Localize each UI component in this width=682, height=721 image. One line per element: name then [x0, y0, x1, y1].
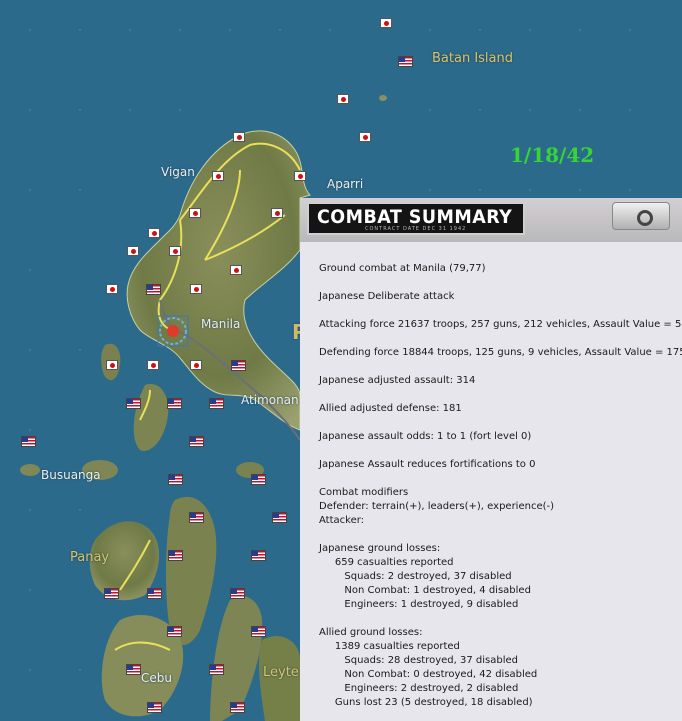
allied-unit-flag[interactable] — [209, 398, 224, 409]
map-label-panay: Panay — [70, 550, 110, 565]
allied-unit-flag[interactable] — [189, 512, 204, 523]
map-label-atimonan: Atimonan — [241, 393, 299, 407]
report-line: Allied ground losses: — [319, 627, 423, 638]
allied-unit-flag[interactable] — [231, 360, 246, 371]
allied-unit-flag[interactable] — [251, 474, 266, 485]
report-line: Japanese Assault reduces fortifications … — [319, 459, 536, 470]
report-spacer — [319, 304, 674, 318]
report-line: Japanese ground losses: — [319, 543, 441, 554]
report-line: Attacker: — [319, 515, 365, 526]
japanese-unit-flag[interactable] — [271, 208, 283, 218]
report-line: Combat modifiers — [319, 487, 409, 498]
japanese-unit-flag[interactable] — [212, 171, 224, 181]
allied-unit-flag[interactable] — [168, 550, 183, 561]
report-line: Japanese assault odds: 1 to 1 (fort leve… — [319, 431, 532, 442]
allied-unit-flag[interactable] — [167, 626, 182, 637]
japanese-unit-flag[interactable] — [294, 171, 306, 181]
allied-unit-flag[interactable] — [272, 512, 287, 523]
report-line: Engineers: 1 destroyed, 9 disabled — [319, 599, 519, 610]
combat-summary-header: COMBAT SUMMARY CONTRACT DATE DEC 31 1942 — [300, 198, 682, 242]
report-spacer — [319, 416, 674, 430]
map-label-batan-island: Batan Island — [432, 51, 513, 66]
allied-unit-flag[interactable] — [126, 664, 141, 675]
allied-unit-flag[interactable] — [147, 702, 162, 713]
allied-unit-flag[interactable] — [147, 588, 162, 599]
japanese-unit-flag[interactable] — [380, 18, 392, 28]
report-line: Defender: terrain(+), leaders(+), experi… — [319, 501, 555, 512]
allied-unit-flag[interactable] — [230, 588, 245, 599]
japanese-unit-flag[interactable] — [190, 360, 202, 370]
report-spacer — [319, 388, 674, 402]
report-line: Japanese adjusted assault: 314 — [319, 375, 476, 386]
report-line: Allied adjusted defense: 181 — [319, 403, 462, 414]
japanese-unit-flag[interactable] — [106, 360, 118, 370]
allied-unit-flag[interactable] — [230, 702, 245, 713]
report-spacer — [319, 332, 674, 346]
report-spacer — [319, 360, 674, 374]
map-label-cebu: Cebu — [141, 671, 172, 685]
combat-summary-panel[interactable]: COMBAT SUMMARY CONTRACT DATE DEC 31 1942… — [300, 198, 682, 721]
report-spacer — [319, 612, 674, 626]
japanese-unit-flag[interactable] — [190, 284, 202, 294]
report-line: Non Combat: 0 destroyed, 42 disabled — [319, 669, 538, 680]
allied-unit-flag[interactable] — [167, 398, 182, 409]
allied-unit-flag[interactable] — [209, 664, 224, 675]
combat-report-text: Ground combat at Manila (79,77) Japanese … — [319, 262, 682, 710]
japanese-unit-flag[interactable] — [169, 246, 181, 256]
allied-unit-flag[interactable] — [251, 626, 266, 637]
report-line: Defending force 18844 troops, 125 guns, … — [319, 347, 682, 358]
combat-summary-title-plate: COMBAT SUMMARY CONTRACT DATE DEC 31 1942 — [307, 202, 525, 235]
report-line: Squads: 28 destroyed, 37 disabled — [319, 655, 519, 666]
japanese-unit-flag[interactable] — [233, 132, 245, 142]
report-spacer — [319, 444, 674, 458]
allied-unit-flag[interactable] — [189, 436, 204, 447]
report-spacer — [319, 472, 674, 486]
japanese-unit-flag[interactable] — [337, 94, 349, 104]
allied-unit-flag[interactable] — [251, 550, 266, 561]
report-line: Ground combat at Manila (79,77) — [319, 263, 486, 274]
report-line: Non Combat: 1 destroyed, 4 disabled — [319, 585, 531, 596]
japanese-unit-flag[interactable] — [127, 246, 139, 256]
report-line: Squads: 2 destroyed, 37 disabled — [319, 571, 512, 582]
allied-unit-flag[interactable] — [126, 398, 141, 409]
japanese-unit-flag[interactable] — [148, 228, 160, 238]
japanese-unit-flag[interactable] — [147, 360, 159, 370]
allied-unit-flag[interactable] — [398, 56, 413, 67]
report-spacer — [319, 528, 674, 542]
map-label-leyte: Leyte — [263, 665, 299, 680]
japanese-unit-flag[interactable] — [189, 208, 201, 218]
map-label-manila: Manila — [201, 317, 241, 331]
japanese-unit-flag[interactable] — [106, 284, 118, 294]
report-line: 659 casualties reported — [319, 557, 454, 568]
combat-summary-subtitle: CONTRACT DATE DEC 31 1942 — [365, 226, 467, 232]
close-icon[interactable] — [612, 202, 670, 230]
report-line: Attacking force 21637 troops, 257 guns, … — [319, 319, 682, 330]
map-label-busuanga: Busuanga — [41, 468, 101, 482]
report-line: Guns lost 23 (5 destroyed, 18 disabled) — [319, 697, 533, 708]
report-line: 1389 casualties reported — [319, 641, 460, 652]
map-label-aparri: Aparri — [327, 177, 364, 191]
allied-unit-flag[interactable] — [104, 588, 119, 599]
allied-unit-flag[interactable] — [168, 474, 183, 485]
report-spacer — [319, 276, 674, 290]
combat-summary-title: COMBAT SUMMARY — [317, 206, 513, 228]
japanese-unit-flag[interactable] — [230, 265, 242, 275]
report-line: Engineers: 2 destroyed, 2 disabled — [319, 683, 519, 694]
allied-unit-flag[interactable] — [21, 436, 36, 447]
report-line: Japanese Deliberate attack — [319, 291, 455, 302]
map-label-vigan: Vigan — [161, 165, 195, 179]
game-date: 1/18/42 — [510, 143, 595, 167]
japanese-unit-flag[interactable] — [359, 132, 371, 142]
allied-unit-flag[interactable] — [146, 284, 161, 295]
